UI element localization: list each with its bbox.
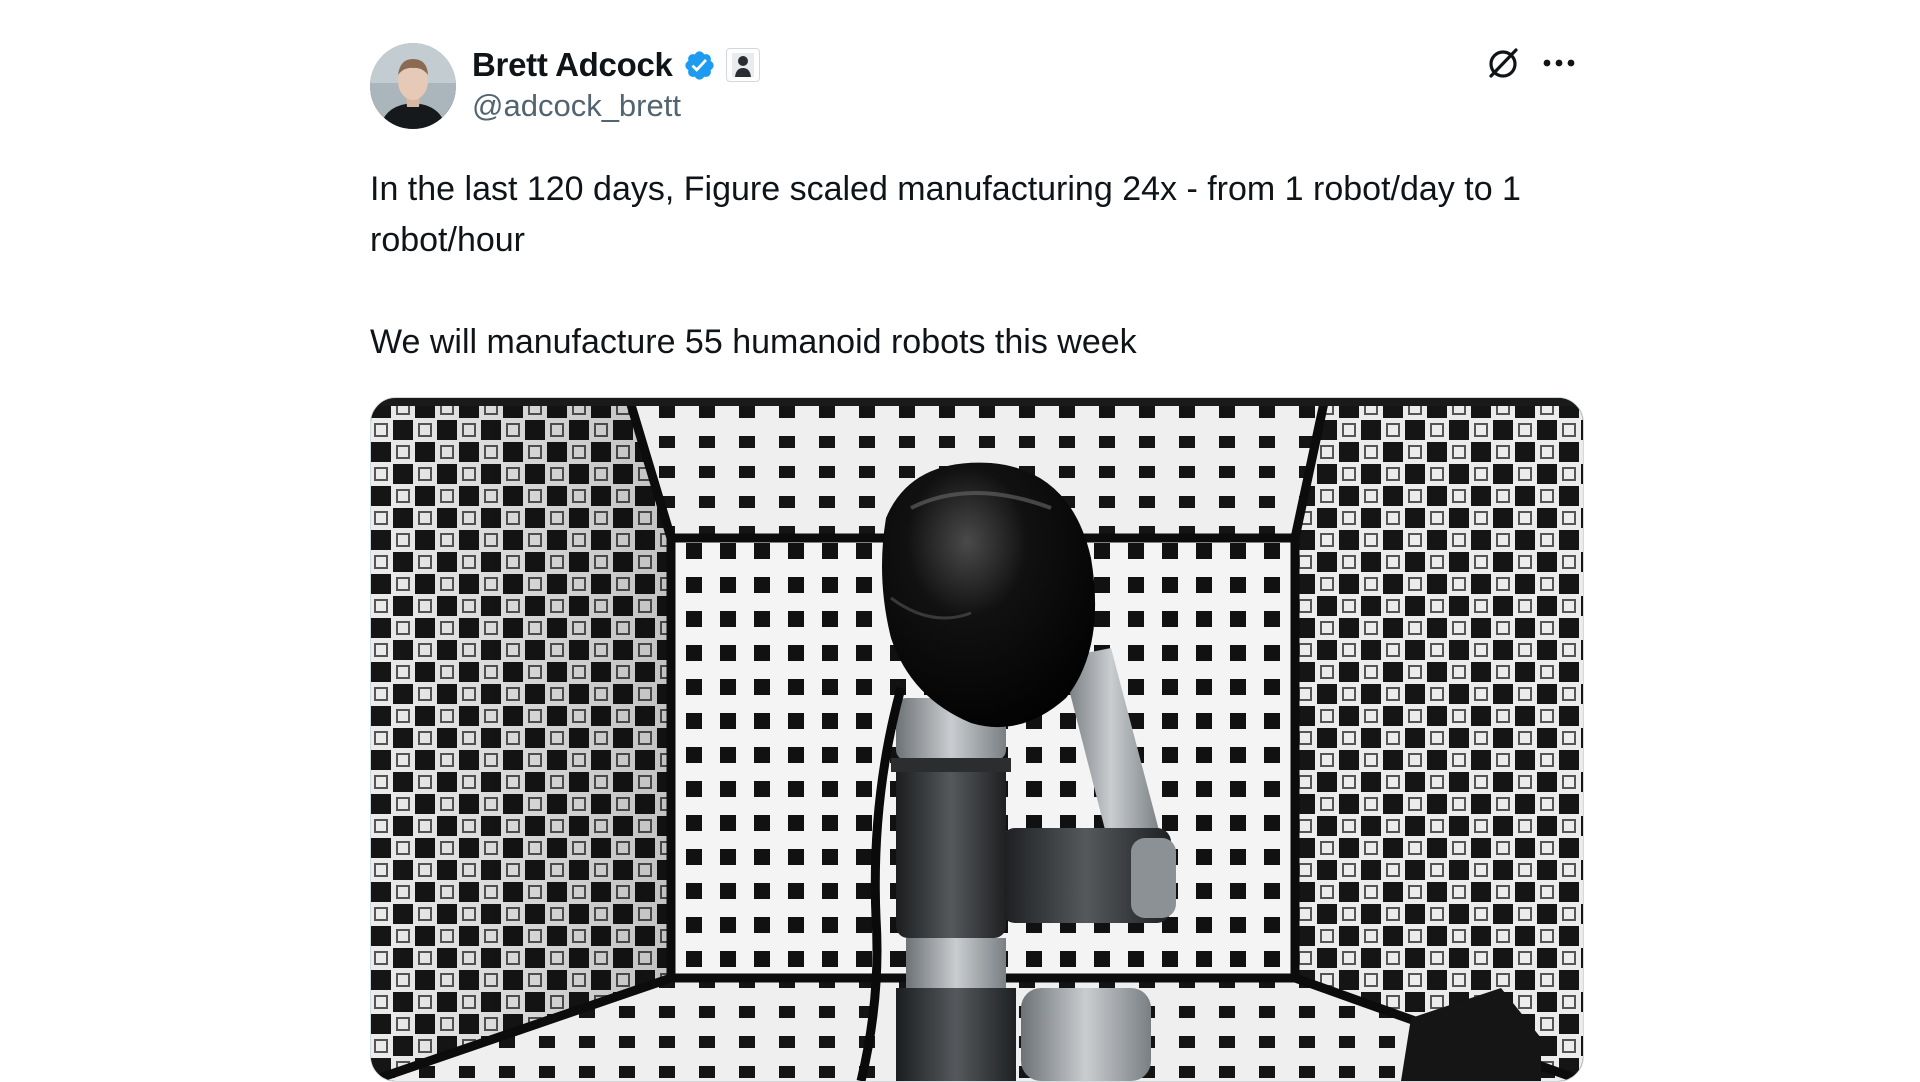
verified-badge-icon: [683, 49, 716, 82]
more-options-button[interactable]: [1536, 40, 1582, 86]
tweet: Brett Adcock @adcock_brett In the last 1…: [370, 40, 1584, 1082]
more-options-icon: [1543, 59, 1575, 67]
author-handle[interactable]: @adcock_brett: [472, 88, 681, 124]
grok-button[interactable]: [1480, 40, 1526, 86]
tweet-text: In the last 120 days, Figure scaled manu…: [370, 164, 1580, 368]
display-name[interactable]: Brett Adcock: [472, 46, 673, 84]
tweet-text-line: In the last 120 days, Figure scaled manu…: [370, 170, 1521, 259]
affiliation-badge-icon[interactable]: [725, 48, 760, 82]
author-row: Brett Adcock: [472, 45, 760, 85]
grok-icon: [1489, 48, 1518, 78]
tweet-media-image[interactable]: [370, 397, 1584, 1082]
avatar[interactable]: [370, 43, 456, 129]
tweet-text-line: We will manufacture 55 humanoid robots t…: [370, 323, 1137, 361]
